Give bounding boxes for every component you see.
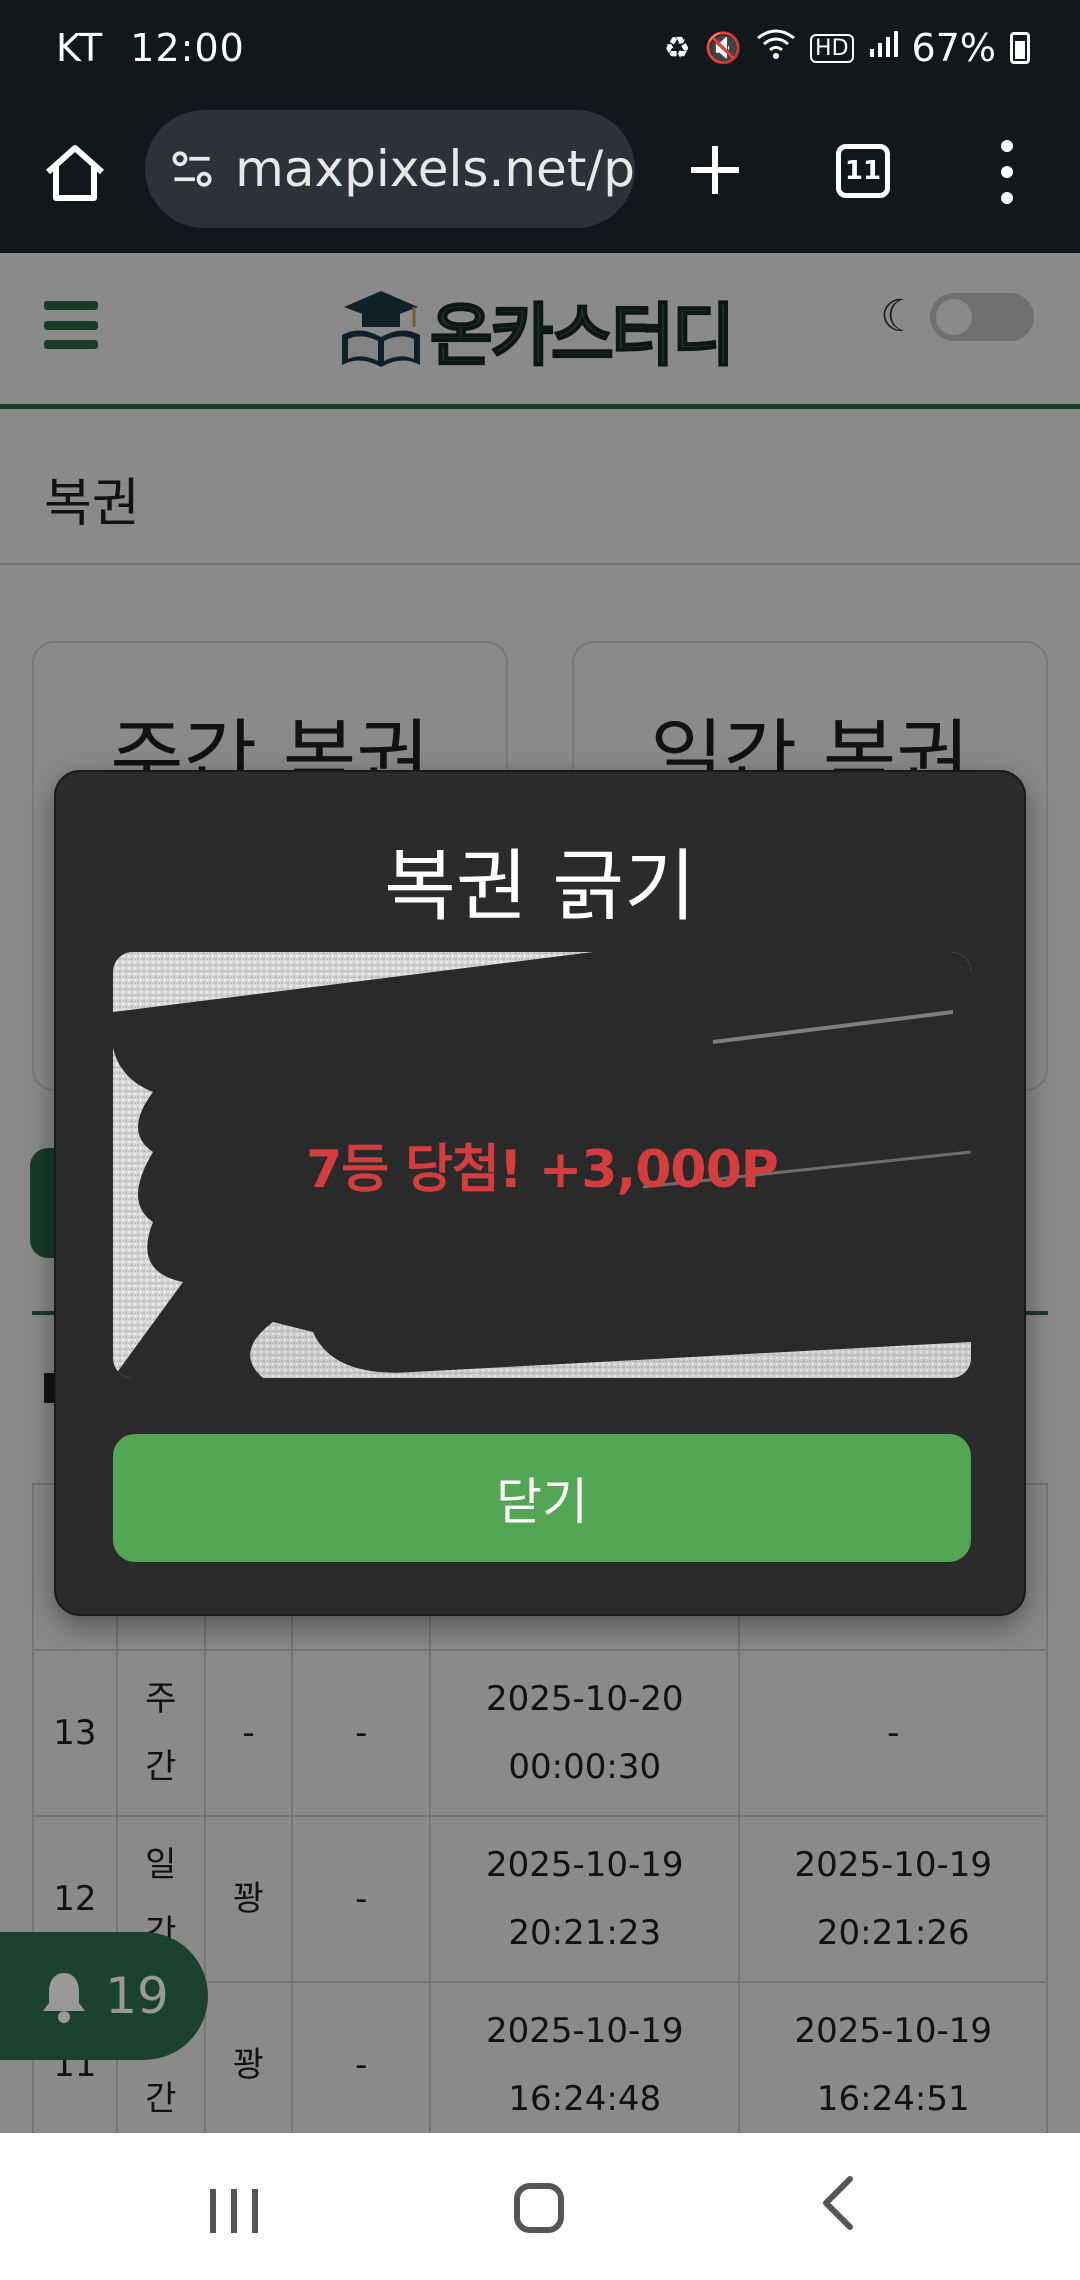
back-icon[interactable] [818, 2173, 858, 2249]
mute-icon: 🔇 [704, 30, 743, 66]
bell-icon [43, 1973, 86, 2023]
status-left: KT 12:00 [56, 26, 245, 70]
more-options-icon[interactable] [990, 140, 1024, 204]
status-bar: KT 12:00 ♻ 🔇 HD 67% [0, 0, 1080, 100]
home-nav-icon[interactable] [514, 2183, 564, 2233]
site-settings-icon[interactable] [167, 142, 217, 196]
carrier-label: KT [56, 26, 104, 70]
tab-switcher-button[interactable]: 11 [836, 144, 890, 198]
tab-count: 11 [844, 156, 882, 186]
notification-count: 19 [105, 1967, 169, 2025]
hd-icon: HD [810, 33, 854, 63]
address-bar[interactable]: maxpixels.net/p [145, 110, 635, 228]
browser-toolbar: maxpixels.net/p 11 [0, 100, 1080, 253]
scratch-lottery-modal: 복권 긁기 7등 당첨! +3,000P 닫기 [54, 770, 1026, 1616]
new-tab-button[interactable] [685, 130, 745, 210]
battery-icon [1010, 32, 1030, 64]
home-button[interactable] [40, 138, 110, 208]
prize-result: 7등 당첨! +3,000P [306, 1140, 779, 1200]
signal-icon [868, 29, 898, 67]
close-button[interactable]: 닫기 [113, 1434, 971, 1562]
battery-percent: 67% [911, 26, 996, 70]
scratch-card[interactable]: 7등 당첨! +3,000P [113, 952, 971, 1378]
wifi-icon [756, 28, 796, 68]
home-icon [46, 145, 104, 201]
url-text: maxpixels.net/p [235, 140, 635, 198]
plus-icon [691, 146, 739, 194]
screen: KT 12:00 ♻ 🔇 HD 67% maxpixels.net/p 11 온… [0, 0, 1080, 2280]
status-right: ♻ 🔇 HD 67% [664, 26, 1030, 70]
recent-apps-icon[interactable] [210, 2189, 258, 2233]
modal-title: 복권 긁기 [384, 842, 696, 932]
notification-button[interactable]: 19 [0, 1932, 208, 2060]
clock: 12:00 [130, 26, 245, 70]
battery-saver-icon: ♻ [663, 30, 691, 66]
system-nav-bar [0, 2133, 1080, 2280]
